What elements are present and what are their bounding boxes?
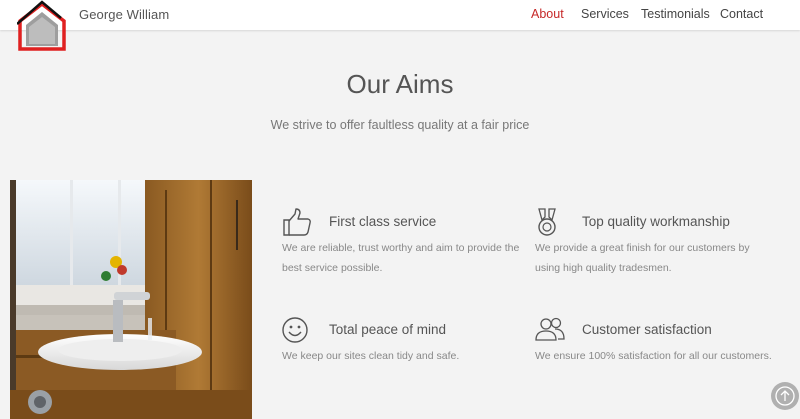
medal-icon: [538, 208, 556, 236]
nav-link-testimonials[interactable]: Testimonials: [641, 7, 710, 21]
house-logo-icon[interactable]: [17, 0, 67, 52]
scroll-to-top-button[interactable]: [771, 382, 799, 410]
bathroom-photo: [10, 180, 252, 419]
nav-link-about[interactable]: About: [531, 7, 564, 21]
feature-text: We are reliable, trust worthy and aim to…: [282, 242, 520, 274]
thumbs-up-icon: [283, 208, 311, 236]
brand-name[interactable]: George William: [79, 7, 169, 22]
arrow-up-icon: [775, 386, 795, 406]
feature-title: First class service: [329, 214, 437, 229]
top-navbar: George William About Services Testimonia…: [0, 0, 800, 30]
feature-title: Total peace of mind: [329, 322, 447, 337]
section-title: Our Aims: [346, 69, 454, 99]
feature-title: Customer satisfaction: [582, 322, 712, 337]
feature-text: We keep our sites clean tidy and safe.: [282, 350, 460, 362]
nav-link-contact[interactable]: Contact: [720, 7, 763, 21]
feature-title: Top quality workmanship: [582, 214, 730, 229]
section-subtitle: We strive to offer faultless quality at …: [270, 118, 530, 132]
feature-text: We ensure 100% satisfaction for all our …: [535, 350, 772, 362]
nav-link-services[interactable]: Services: [581, 7, 629, 21]
feature-text: We provide a great finish for our custom…: [535, 242, 750, 274]
smiley-icon: [282, 317, 308, 343]
users-icon: [535, 317, 565, 341]
